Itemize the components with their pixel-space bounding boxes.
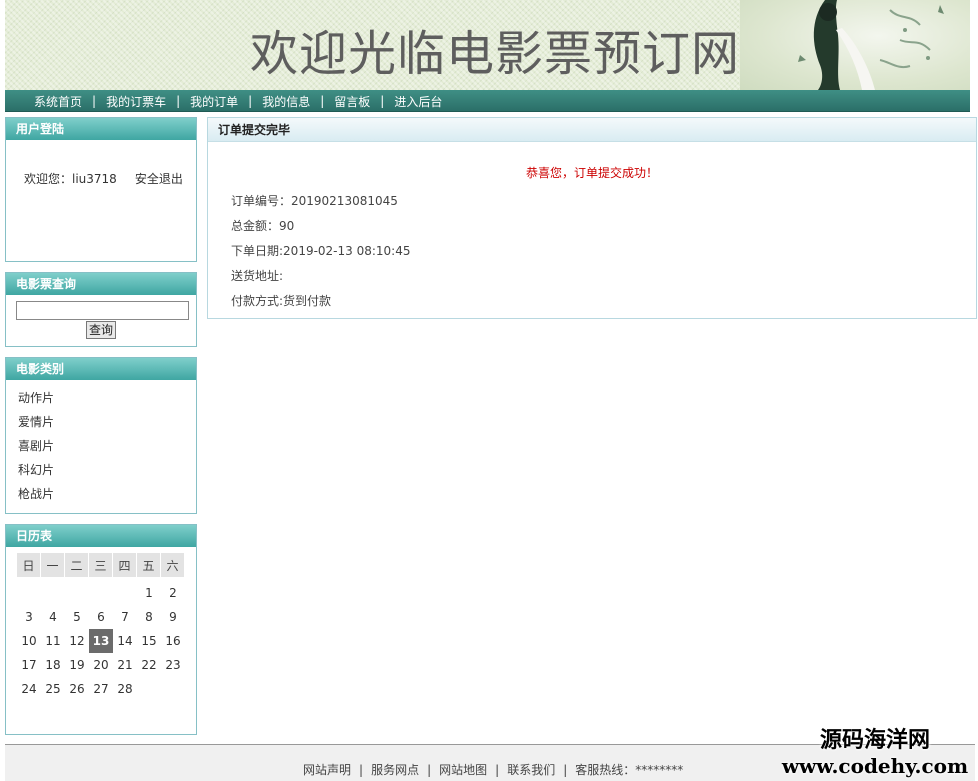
calendar-weekday: 一 <box>41 553 65 577</box>
nav-separator: | <box>248 94 253 108</box>
order-result-panel: 订单提交完毕 恭喜您，订单提交成功！ 订单编号：20190213081045 总… <box>207 117 977 319</box>
calendar-day: 27 <box>93 682 109 696</box>
calendar-day: 6 <box>97 610 105 624</box>
main-navbar: 系统首页 | 我的订票车 | 我的订单 | 我的信息 | 留言板 | 进入后台 <box>5 90 970 112</box>
calendar-day: 8 <box>145 610 153 624</box>
calendar-weekday: 六 <box>161 553 185 577</box>
calendar-day: 10 <box>21 634 37 648</box>
category-box: 电影类别 动作片 爱情片 喜剧片 科幻片 枪战片 <box>5 357 197 514</box>
login-box: 用户登陆 欢迎您：liu3718 安全退出 <box>5 117 197 262</box>
calendar-box-title: 日历表 <box>6 525 196 547</box>
calendar-day: 1 <box>145 586 153 600</box>
banner-illustration <box>740 0 970 90</box>
nav-separator: | <box>92 94 97 108</box>
calendar-day: 28 <box>117 682 133 696</box>
calendar-day: 23 <box>165 658 181 672</box>
calendar-day: 24 <box>21 682 37 696</box>
calendar-day: 11 <box>45 634 61 648</box>
footer-separator: | <box>359 763 364 777</box>
calendar-day: 9 <box>169 610 177 624</box>
nav-cart[interactable]: 我的订票车 <box>101 93 171 110</box>
calendar-day <box>137 677 161 701</box>
calendar-day: 2 <box>169 586 177 600</box>
banner-figure-icon <box>798 0 944 90</box>
category-box-title: 电影类别 <box>6 358 196 380</box>
footer-link-contact[interactable]: 联系我们 <box>507 763 555 777</box>
calendar-day: 12 <box>69 634 85 648</box>
nav-admin[interactable]: 进入后台 <box>389 93 447 110</box>
footer-separator: | <box>427 763 432 777</box>
search-input[interactable] <box>16 301 189 320</box>
calendar-day: 25 <box>45 682 61 696</box>
watermark-line1: 源码海洋网 <box>819 727 930 753</box>
calendar-day <box>161 677 185 701</box>
watermark-line2: www.codehy.com <box>781 754 969 778</box>
site-title: 欢迎光临电影票预订网 <box>250 26 741 82</box>
calendar-day: 22 <box>141 658 157 672</box>
calendar-day <box>41 581 65 605</box>
calendar-day <box>17 581 41 605</box>
footer-separator: | <box>563 763 568 777</box>
nav-separator: | <box>176 94 181 108</box>
footer-separator: | <box>495 763 500 777</box>
watermark: 源码海洋网 www.codehy.com <box>772 726 978 778</box>
calendar-day <box>65 581 89 605</box>
category-item[interactable]: 枪战片 <box>18 482 196 506</box>
footer-link-statement[interactable]: 网站声明 <box>303 763 351 777</box>
calendar-day: 15 <box>141 634 157 648</box>
category-item[interactable]: 动作片 <box>18 386 196 410</box>
calendar-day: 3 <box>25 610 33 624</box>
category-item[interactable]: 喜剧片 <box>18 434 196 458</box>
calendar-day: 14 <box>117 634 133 648</box>
calendar-day: 4 <box>49 610 57 624</box>
order-number: 订单编号：20190213081045 <box>231 194 398 208</box>
category-item[interactable]: 科幻片 <box>18 458 196 482</box>
footer-link-sitemap[interactable]: 网站地图 <box>439 763 487 777</box>
calendar-weekday: 日 <box>17 553 41 577</box>
nav-separator: | <box>380 94 385 108</box>
calendar-box: 日历表 日 一 二 三 四 五 六 1 2 3 4 5 6 7 8 9 10 1… <box>5 524 197 735</box>
calendar-day: 7 <box>121 610 129 624</box>
calendar-weekday: 二 <box>65 553 89 577</box>
search-box-title: 电影票查询 <box>6 273 196 295</box>
calendar-table: 日 一 二 三 四 五 六 1 2 3 4 5 6 7 8 9 10 11 12… <box>17 553 185 701</box>
order-address: 送货地址: <box>231 269 284 283</box>
order-total: 总金额：90 <box>231 219 295 233</box>
calendar-weekday: 三 <box>89 553 113 577</box>
calendar-day-today: 13 <box>89 629 113 653</box>
order-success-message: 恭喜您，订单提交成功！ <box>525 166 658 180</box>
nav-separator: | <box>320 94 325 108</box>
nav-home[interactable]: 系统首页 <box>29 93 87 110</box>
calendar-day: 5 <box>73 610 81 624</box>
site-banner: 欢迎光临电影票预订网 <box>5 0 970 90</box>
category-item[interactable]: 爱情片 <box>18 410 196 434</box>
calendar-day: 20 <box>93 658 109 672</box>
search-box: 电影票查询 查询 <box>5 272 197 347</box>
calendar-day: 16 <box>165 634 181 648</box>
calendar-day <box>89 581 113 605</box>
login-box-title: 用户登陆 <box>6 118 196 140</box>
calendar-day <box>113 581 137 605</box>
calendar-weekday: 五 <box>137 553 161 577</box>
calendar-day: 19 <box>69 658 85 672</box>
order-panel-title: 订单提交完毕 <box>208 118 976 142</box>
calendar-day: 17 <box>21 658 37 672</box>
welcome-text: 欢迎您：liu3718 <box>24 172 117 186</box>
calendar-day: 18 <box>45 658 61 672</box>
nav-guestbook[interactable]: 留言板 <box>329 93 375 110</box>
calendar-day: 21 <box>117 658 133 672</box>
order-payment: 付款方式:货到付款 <box>231 294 332 308</box>
search-button[interactable]: 查询 <box>86 321 116 339</box>
order-date: 下单日期:2019-02-13 08:10:45 <box>231 244 411 258</box>
logout-link[interactable]: 安全退出 <box>135 172 183 186</box>
nav-profile[interactable]: 我的信息 <box>257 93 315 110</box>
footer-link-service[interactable]: 服务网点 <box>371 763 419 777</box>
nav-orders[interactable]: 我的订单 <box>185 93 243 110</box>
calendar-day: 26 <box>69 682 85 696</box>
footer-hotline: 客服热线：******** <box>575 763 684 777</box>
calendar-weekday: 四 <box>113 553 137 577</box>
